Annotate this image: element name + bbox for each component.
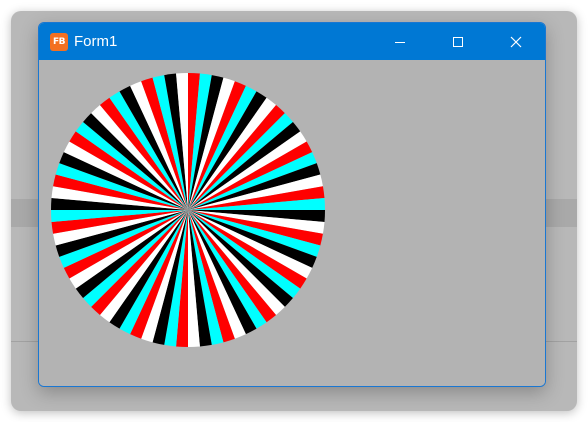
striped-wheel-drawing [51,73,325,347]
title-bar[interactable]: FB Form1 [39,23,545,60]
maximize-icon [453,36,463,47]
maximize-button[interactable] [429,23,487,60]
fb-app-icon[interactable]: FB [50,33,68,51]
window-title: Form1 [74,33,118,50]
app-icon-label: FB [52,37,66,47]
close-button[interactable] [487,23,545,60]
minimize-button[interactable] [371,23,429,60]
form1-window: FB Form1 [38,22,546,387]
minimize-icon [395,41,405,43]
close-icon [510,36,522,47]
client-area [39,60,545,386]
